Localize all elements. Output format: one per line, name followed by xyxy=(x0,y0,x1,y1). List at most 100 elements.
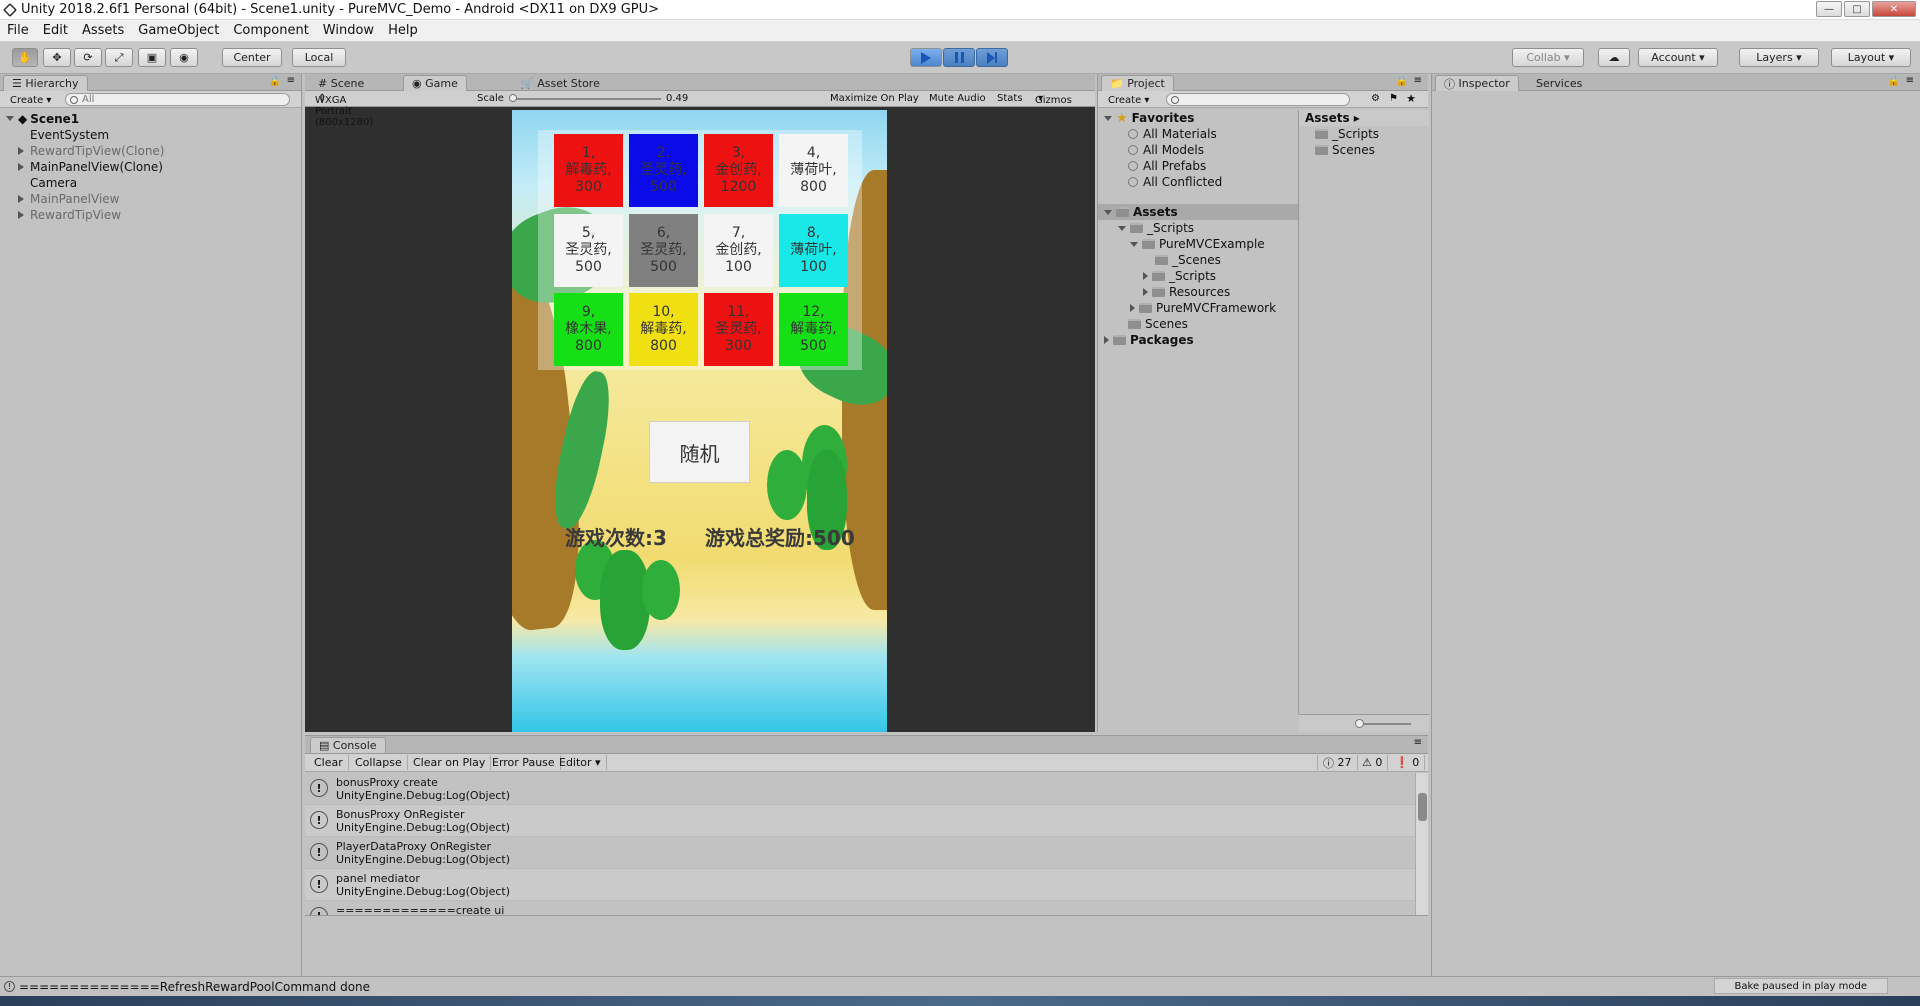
tab-scene[interactable]: # Scene xyxy=(310,75,372,91)
move-tool-icon[interactable]: ✥ xyxy=(43,48,71,67)
chevron-down-icon[interactable] xyxy=(1104,209,1112,215)
hierarchy-create-dropdown[interactable]: Create ▾ xyxy=(10,93,51,107)
scale-slider-thumb[interactable] xyxy=(509,94,517,102)
project-folder[interactable]: Resources xyxy=(1098,284,1298,300)
panel-menu-icon[interactable]: ≡ xyxy=(1414,737,1422,748)
chevron-down-icon[interactable] xyxy=(1130,241,1138,247)
project-folder[interactable]: PureMVCExample xyxy=(1098,236,1298,252)
reward-cell-10[interactable]: 10, 解毒药, 800 xyxy=(629,293,698,366)
hierarchy-item[interactable]: Camera xyxy=(0,175,301,191)
layout-dropdown[interactable]: Layout ▾ xyxy=(1831,48,1911,67)
mute-audio-toggle[interactable]: Mute Audio xyxy=(929,93,986,104)
tab-console[interactable]: ▤ Console xyxy=(310,737,386,753)
tab-asset-store[interactable]: 🛒 Asset Store xyxy=(512,75,608,91)
console-collapse-button[interactable]: Collapse xyxy=(350,755,408,770)
asset-breadcrumb[interactable]: Assets ▸ xyxy=(1299,110,1429,126)
maximize-on-play-toggle[interactable]: Maximize On Play xyxy=(830,93,919,104)
favorite-item[interactable]: All Conflicted xyxy=(1098,174,1298,190)
menu-edit[interactable]: Edit xyxy=(36,23,75,38)
tab-project[interactable]: 📁 Project xyxy=(1101,75,1174,91)
icon-size-slider[interactable] xyxy=(1359,723,1411,725)
account-dropdown[interactable]: Account ▾ xyxy=(1638,48,1718,67)
scene-row[interactable]: ◆ Scene1 xyxy=(0,110,301,127)
hierarchy-search-input[interactable]: All xyxy=(65,93,290,106)
console-scrollbar-thumb[interactable] xyxy=(1418,793,1427,821)
chevron-right-icon[interactable] xyxy=(1143,288,1148,296)
filter-type-icon[interactable]: ⚙ xyxy=(1371,93,1380,104)
reward-cell-1[interactable]: 1, 解毒药, 300 xyxy=(554,134,623,207)
project-folder[interactable]: _Scripts xyxy=(1098,268,1298,284)
reward-cell-7[interactable]: 7, 金创药, 100 xyxy=(704,214,773,287)
project-folder[interactable]: Scenes xyxy=(1098,316,1298,332)
tab-inspector[interactable]: ⓘ Inspector xyxy=(1435,75,1519,91)
favorite-item[interactable]: All Materials xyxy=(1098,126,1298,142)
menu-gameobject[interactable]: GameObject xyxy=(131,23,226,38)
resolution-dropdown[interactable]: WXGA Portrait (800x1280) ⇕ xyxy=(315,93,373,128)
icon-size-slider-thumb[interactable] xyxy=(1355,719,1364,728)
cloud-icon[interactable]: ☁ xyxy=(1598,48,1630,67)
panel-menu-icon[interactable]: ≡ xyxy=(1414,75,1422,86)
maximize-button[interactable]: □ xyxy=(1844,1,1870,17)
chevron-down-icon[interactable] xyxy=(1104,115,1112,121)
pivot-center-button[interactable]: Center xyxy=(222,48,282,67)
chevron-down-icon[interactable] xyxy=(1118,225,1126,231)
gizmos-dropdown[interactable]: Gizmos ▾ xyxy=(1035,93,1072,106)
reward-cell-6[interactable]: 6, 圣灵药, 500 xyxy=(629,214,698,287)
status-message[interactable]: ==============RefreshRewardPoolCommand d… xyxy=(19,980,370,994)
project-create-dropdown[interactable]: Create ▾ xyxy=(1108,93,1149,107)
console-editor-dropdown[interactable]: Editor ▾ xyxy=(554,755,607,770)
pivot-space-button[interactable]: Local xyxy=(292,48,346,67)
favorite-item[interactable]: All Prefabs xyxy=(1098,158,1298,174)
transform-tool-icon[interactable]: ◉ xyxy=(170,48,198,67)
chevron-right-icon[interactable] xyxy=(18,147,26,155)
scale-tool-icon[interactable]: ⤢ xyxy=(105,48,133,67)
rect-tool-icon[interactable]: ▣ xyxy=(138,48,166,67)
hand-tool-icon[interactable]: ✋ xyxy=(12,48,38,67)
scale-slider[interactable] xyxy=(511,98,661,100)
console-scrollbar[interactable] xyxy=(1415,773,1428,915)
random-button[interactable]: 随机 xyxy=(649,421,750,483)
layers-dropdown[interactable]: Layers ▾ xyxy=(1739,48,1819,67)
console-entry[interactable]: ! bonusProxy create UnityEngine.Debug:Log(… xyxy=(305,773,1415,805)
chevron-down-icon[interactable] xyxy=(6,116,14,121)
console-entry[interactable]: ! panel mediator UnityEngine.Debug:Log(Obj… xyxy=(305,869,1415,901)
console-entry[interactable]: ! PlayerDataProxy OnRegister UnityEngine.D… xyxy=(305,837,1415,869)
menu-window[interactable]: Window xyxy=(316,23,381,38)
hierarchy-item[interactable]: MainPanelView xyxy=(0,191,301,207)
menu-file[interactable]: File xyxy=(0,23,36,38)
asset-item[interactable]: _Scripts xyxy=(1299,126,1429,142)
rotate-tool-icon[interactable]: ⟳ xyxy=(74,48,102,67)
favorites-header[interactable]: ★ Favorites xyxy=(1098,110,1298,126)
hierarchy-item[interactable]: RewardTipView(Clone) xyxy=(0,143,301,159)
menu-help[interactable]: Help xyxy=(381,23,425,38)
close-button[interactable]: ✕ xyxy=(1872,1,1916,17)
play-button[interactable] xyxy=(910,48,942,67)
chevron-right-icon[interactable] xyxy=(1130,304,1135,312)
reward-cell-11[interactable]: 11, 圣灵药, 300 xyxy=(704,293,773,366)
chevron-right-icon[interactable] xyxy=(1104,336,1109,344)
error-count-toggle[interactable]: ❗ 0 xyxy=(1390,755,1426,770)
chevron-right-icon[interactable] xyxy=(1143,272,1148,280)
hierarchy-item[interactable]: MainPanelView(Clone) xyxy=(0,159,301,175)
menu-component[interactable]: Component xyxy=(226,23,315,38)
lock-icon[interactable]: 🔒 xyxy=(1888,76,1900,87)
collab-dropdown[interactable]: Collab ▾ xyxy=(1512,48,1584,67)
assets-header[interactable]: Assets xyxy=(1098,204,1298,220)
reward-cell-4[interactable]: 4, 薄荷叶, 800 xyxy=(779,134,848,207)
console-clear-on-play-button[interactable]: Clear on Play xyxy=(408,755,492,770)
reward-cell-12[interactable]: 12, 解毒药, 500 xyxy=(779,293,848,366)
log-count-toggle[interactable]: ⓘ 27 xyxy=(1317,755,1358,770)
lock-icon[interactable]: 🔒 xyxy=(269,76,281,87)
favorite-star-icon[interactable]: ★ xyxy=(1406,92,1416,105)
reward-cell-3[interactable]: 3, 金创药, 1200 xyxy=(704,134,773,207)
lock-icon[interactable]: 🔒 xyxy=(1396,76,1408,87)
console-error-pause-button[interactable]: Error Pause xyxy=(487,755,561,770)
panel-menu-icon[interactable]: ≡ xyxy=(287,75,295,86)
reward-cell-5[interactable]: 5, 圣灵药, 500 xyxy=(554,214,623,287)
packages-header[interactable]: Packages xyxy=(1098,332,1298,348)
reward-cell-9[interactable]: 9, 橡木果, 800 xyxy=(554,293,623,366)
reward-cell-8[interactable]: 8, 薄荷叶, 100 xyxy=(779,214,848,287)
minimize-button[interactable]: — xyxy=(1816,1,1842,17)
chevron-right-icon[interactable] xyxy=(18,195,26,203)
hierarchy-item[interactable]: RewardTipView xyxy=(0,207,301,223)
